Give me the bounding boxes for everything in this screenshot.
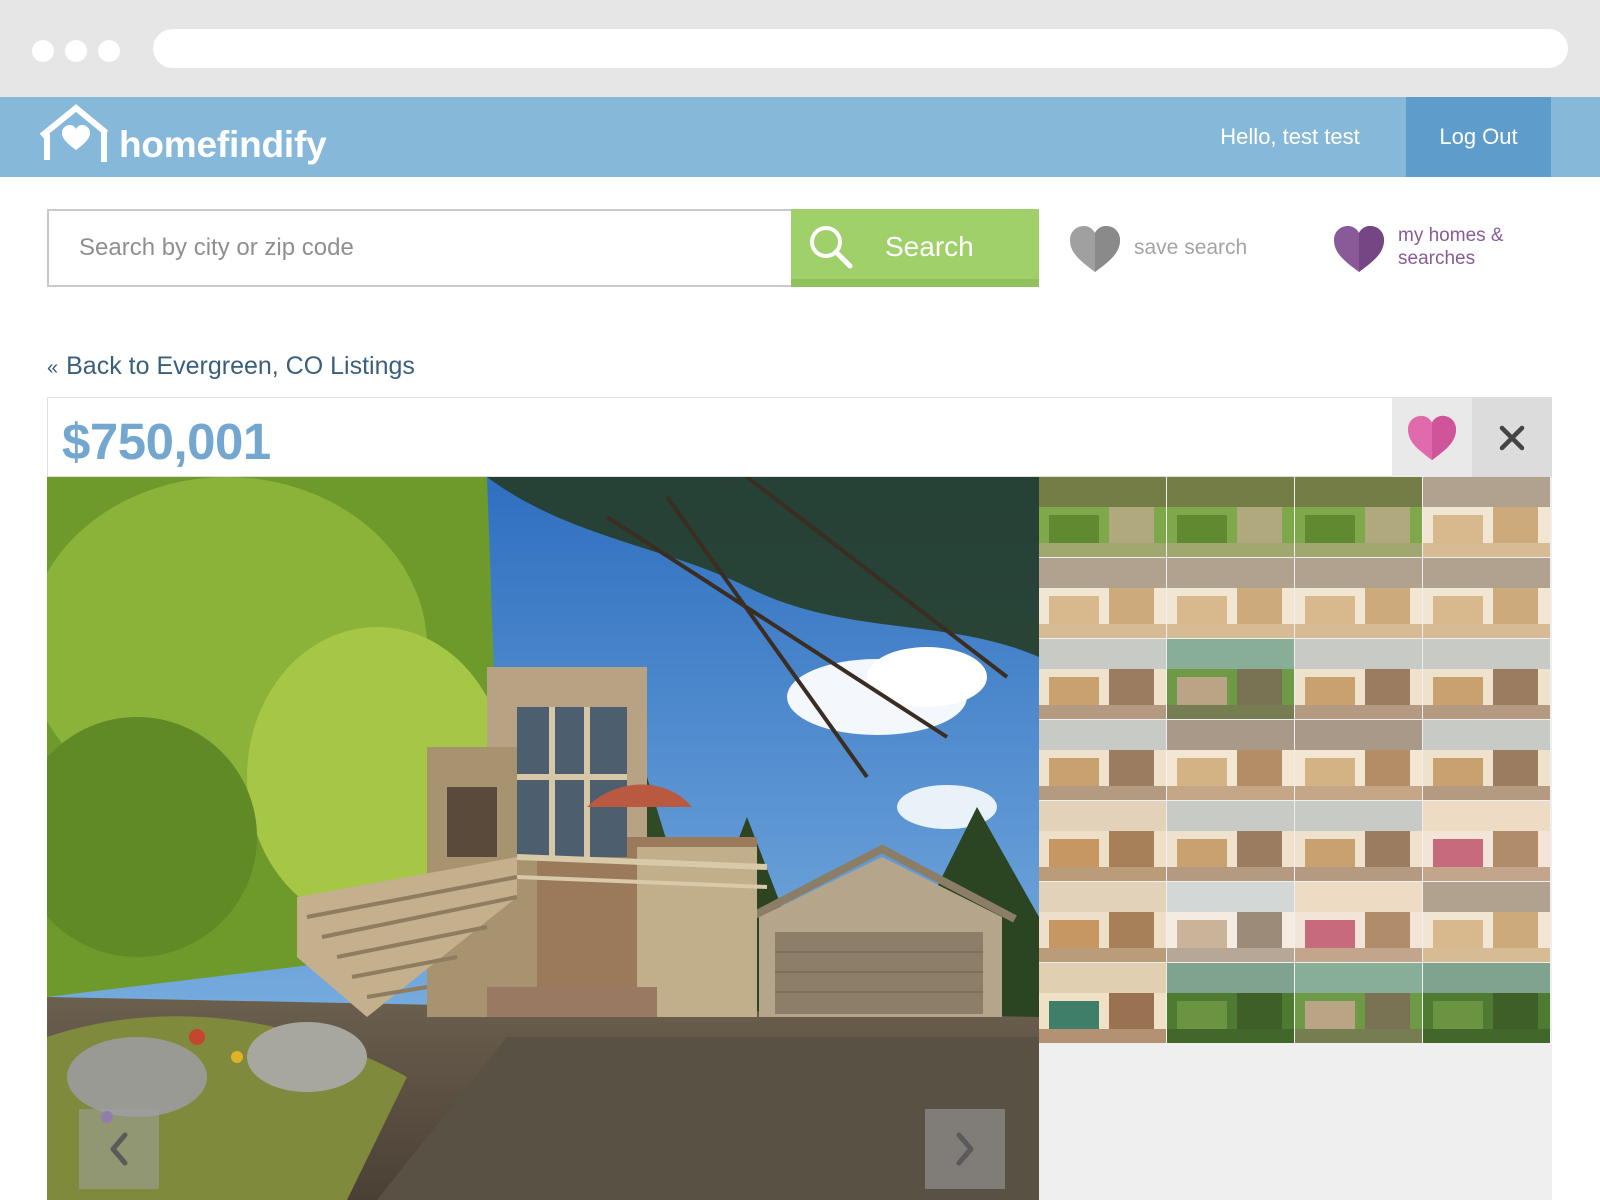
window-minimize-dot[interactable] [65, 40, 87, 62]
listing-thumbnail[interactable] [1423, 801, 1550, 881]
listing-thumbnail[interactable] [1039, 801, 1166, 881]
thumbnail-grid [1039, 477, 1550, 1043]
window-maximize-dot[interactable] [98, 40, 120, 62]
listing-thumbnail[interactable] [1423, 639, 1550, 719]
listing-thumbnail[interactable] [1167, 801, 1294, 881]
house-exterior-photo [47, 477, 1039, 1200]
next-photo-button[interactable] [925, 1109, 1005, 1189]
living-photo-thumbnail [1167, 801, 1294, 881]
listing-header [47, 397, 1552, 477]
game-room-photo-thumbnail [1039, 963, 1166, 1043]
back-chevron-icon: « [47, 357, 59, 379]
chevron-left-icon [110, 1132, 128, 1166]
kitchen-photo-thumbnail [1295, 558, 1422, 638]
exterior-photo-thumbnail [1167, 477, 1294, 557]
address-bar[interactable] [153, 29, 1568, 68]
back-link-label: Back to Evergreen, CO Listings [66, 352, 415, 380]
kitchen-photo-thumbnail [1423, 882, 1550, 962]
listing-thumbnail[interactable] [1423, 963, 1550, 1043]
listing-thumbnail[interactable] [1039, 639, 1166, 719]
search-button-label[interactable]: Search [885, 231, 974, 263]
save-search-heart-icon[interactable] [1068, 224, 1122, 274]
office-photo-thumbnail [1039, 882, 1166, 962]
listing-thumbnail[interactable] [1039, 963, 1166, 1043]
living-photo-thumbnail [1423, 720, 1550, 800]
chevron-right-icon [956, 1132, 974, 1166]
listing-thumbnail[interactable] [1423, 882, 1550, 962]
kitchen-photo-thumbnail [1039, 558, 1166, 638]
listing-thumbnail[interactable] [1295, 963, 1422, 1043]
deck-photo-thumbnail [1295, 963, 1422, 1043]
listing-thumbnail[interactable] [1295, 477, 1422, 557]
listing-thumbnail[interactable] [1295, 720, 1422, 800]
kitchen-photo-thumbnail [1167, 558, 1294, 638]
kitchen-photo-thumbnail [1423, 477, 1550, 557]
listing-thumbnail[interactable] [1039, 477, 1166, 557]
dining-photo-thumbnail [1295, 720, 1422, 800]
deck-photo-thumbnail [1167, 639, 1294, 719]
main-listing-photo[interactable] [47, 477, 1039, 1200]
living-photo-thumbnail [1295, 801, 1422, 881]
bedroom-photo-thumbnail [1295, 882, 1422, 962]
listing-thumbnail[interactable] [1167, 882, 1294, 962]
back-to-listings-link[interactable]: « Back to Evergreen, CO Listings [47, 352, 415, 381]
listing-price: $750,001 [62, 413, 271, 470]
my-homes-searches-link[interactable]: my homes & searches [1398, 224, 1538, 270]
house-heart-logo-icon[interactable] [38, 104, 114, 166]
bedroom-photo-thumbnail [1423, 801, 1550, 881]
living-photo-thumbnail [1039, 639, 1166, 719]
favorite-button[interactable] [1392, 398, 1472, 477]
listing-thumbnail[interactable] [1167, 963, 1294, 1043]
my-homes-heart-icon[interactable] [1332, 224, 1386, 274]
heart-icon [1408, 415, 1456, 460]
listing-thumbnail[interactable] [1167, 558, 1294, 638]
listing-thumbnail[interactable] [1423, 477, 1550, 557]
listing-thumbnail[interactable] [1423, 558, 1550, 638]
kitchen-photo-thumbnail [1423, 558, 1550, 638]
listing-thumbnail[interactable] [1423, 720, 1550, 800]
logout-button[interactable]: Log Out [1406, 97, 1551, 177]
exterior-photo-thumbnail [1039, 477, 1166, 557]
office-photo-thumbnail [1039, 801, 1166, 881]
living-photo-thumbnail [1423, 639, 1550, 719]
listing-thumbnail[interactable] [1039, 558, 1166, 638]
user-greeting: Hello, test test [1220, 124, 1360, 149]
window-close-dot[interactable] [32, 40, 54, 62]
listing-thumbnail[interactable] [1167, 720, 1294, 800]
save-search-link[interactable]: save search [1134, 236, 1247, 260]
search-input[interactable] [47, 209, 793, 287]
listing-thumbnail[interactable] [1039, 720, 1166, 800]
forest-photo-thumbnail [1167, 963, 1294, 1043]
logo-wordmark[interactable]: homefindify [119, 124, 327, 166]
listing-thumbnail[interactable] [1295, 882, 1422, 962]
listing-thumbnail[interactable] [1295, 639, 1422, 719]
exterior-photo-thumbnail [1295, 477, 1422, 557]
forest-photo-thumbnail [1423, 963, 1550, 1043]
close-listing-button[interactable] [1472, 398, 1552, 477]
listing-thumbnail[interactable] [1039, 882, 1166, 962]
bathroom-photo-thumbnail [1167, 882, 1294, 962]
previous-photo-button[interactable] [79, 1109, 159, 1189]
dining-photo-thumbnail [1167, 720, 1294, 800]
search-icon[interactable] [808, 224, 854, 270]
listing-thumbnail[interactable] [1167, 639, 1294, 719]
living-photo-thumbnail [1039, 720, 1166, 800]
listing-thumbnail[interactable] [1295, 801, 1422, 881]
listing-thumbnail[interactable] [1167, 477, 1294, 557]
close-icon [1499, 425, 1525, 450]
living-photo-thumbnail [1295, 639, 1422, 719]
listing-thumbnail[interactable] [1295, 558, 1422, 638]
